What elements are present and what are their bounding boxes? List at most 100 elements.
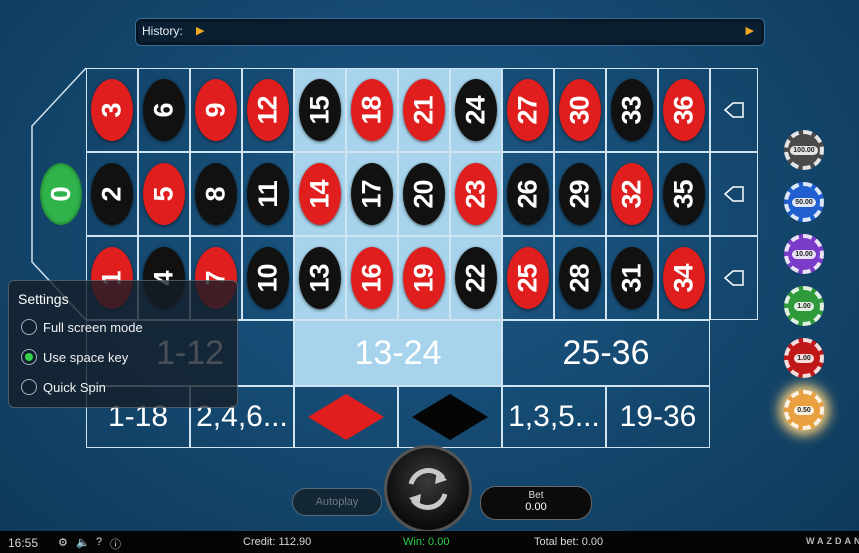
number-cell[interactable]: 24 (450, 68, 502, 152)
status-bar: 16:55 ⚙ 🔈 ? ⓘ Credit: 112.90 Win: 0.00 T… (0, 531, 859, 553)
red-number-oval: 23 (455, 163, 497, 225)
number-cell[interactable]: 23 (450, 152, 502, 236)
number-cell[interactable]: 30 (554, 68, 606, 152)
win-display: Win: 0.00 (403, 536, 450, 548)
number-cell[interactable]: 12 (242, 68, 294, 152)
number-cell[interactable]: 22 (450, 236, 502, 320)
info-icon[interactable]: ⓘ (110, 536, 121, 552)
number-cell[interactable]: 5 (138, 152, 190, 236)
black-number-oval: 13 (299, 247, 341, 309)
number-cell[interactable]: 29 (554, 152, 606, 236)
number-cell[interactable]: 8 (190, 152, 242, 236)
black-bet[interactable] (398, 386, 502, 448)
radio-space-key[interactable] (21, 349, 37, 365)
clock: 16:55 (8, 536, 39, 550)
gear-icon[interactable]: ⚙ (58, 536, 68, 549)
number-label: 2 (96, 186, 127, 202)
number-cell[interactable]: 6 (138, 68, 190, 152)
number-cell[interactable]: 3 (86, 68, 138, 152)
settings-panel: Settings Full screen mode Use space key … (8, 280, 238, 408)
number-label: 5 (148, 186, 179, 202)
number-label: 20 (408, 179, 439, 209)
chip-value: 10.00 (792, 249, 816, 259)
bet-label: Bet (528, 490, 544, 501)
spin-button[interactable] (384, 445, 472, 533)
dozen-2-bet[interactable]: 13-24 (294, 320, 502, 386)
dozen-3-bet[interactable]: 25-36 (502, 320, 710, 386)
red-number-oval: 34 (663, 247, 705, 309)
chip-button[interactable]: 1.00 (784, 338, 824, 378)
number-label: 26 (512, 179, 543, 209)
column-bet-middle[interactable] (710, 152, 758, 236)
number-cell[interactable]: 31 (606, 236, 658, 320)
black-number-oval: 15 (299, 79, 341, 141)
number-cell[interactable]: 18 (346, 68, 398, 152)
number-cell[interactable]: 17 (346, 152, 398, 236)
chip-button[interactable]: 10.00 (784, 234, 824, 274)
number-label: 23 (460, 179, 491, 209)
odd-bet[interactable]: 1,3,5... (502, 386, 606, 448)
number-cell[interactable]: 14 (294, 152, 346, 236)
number-cell[interactable]: 11 (242, 152, 294, 236)
number-label: 29 (564, 179, 595, 209)
number-cell[interactable]: 20 (398, 152, 450, 236)
option-space-key[interactable]: Use space key (21, 349, 128, 365)
column-arrow-icon (723, 186, 744, 202)
number-cell[interactable]: 13 (294, 236, 346, 320)
number-cell[interactable]: 35 (658, 152, 710, 236)
high-bet[interactable]: 19-36 (606, 386, 710, 448)
option-quick-spin[interactable]: Quick Spin (21, 379, 106, 395)
black-number-oval: 35 (663, 163, 705, 225)
number-cell[interactable]: 25 (502, 236, 554, 320)
number-cell[interactable]: 9 (190, 68, 242, 152)
black-number-oval: 17 (351, 163, 393, 225)
number-label: 17 (356, 179, 387, 209)
bet-value: 0.00 (525, 501, 547, 513)
number-cell[interactable]: 10 (242, 236, 294, 320)
black-number-oval: 31 (611, 247, 653, 309)
red-bet[interactable] (294, 386, 398, 448)
option-full-screen[interactable]: Full screen mode (21, 319, 143, 335)
total-bet-display: Total bet: 0.00 (534, 536, 604, 548)
radio-full-screen[interactable] (21, 319, 37, 335)
number-cell[interactable]: 36 (658, 68, 710, 152)
chip-value: 1.00 (794, 301, 814, 311)
help-icon[interactable]: ? (96, 536, 102, 548)
number-cell[interactable]: 21 (398, 68, 450, 152)
red-number-oval: 12 (247, 79, 289, 141)
number-cell[interactable]: 26 (502, 152, 554, 236)
number-cell[interactable]: 27 (502, 68, 554, 152)
number-cell[interactable]: 33 (606, 68, 658, 152)
number-label: 27 (512, 95, 543, 125)
red-number-oval: 25 (507, 247, 549, 309)
chip-button[interactable]: 0.50 (784, 390, 824, 430)
column-bet-top[interactable] (710, 68, 758, 152)
number-cell[interactable]: 16 (346, 236, 398, 320)
number-cell[interactable]: 19 (398, 236, 450, 320)
bet-display: Bet 0.00 (480, 486, 592, 520)
autoplay-button[interactable]: Autoplay (292, 488, 382, 516)
number-cell[interactable]: 2 (86, 152, 138, 236)
red-number-oval: 32 (611, 163, 653, 225)
number-cell[interactable]: 15 (294, 68, 346, 152)
sound-icon[interactable]: 🔈 (76, 536, 90, 549)
number-label: 11 (252, 180, 283, 208)
number-label: 30 (564, 95, 595, 125)
radio-quick-spin[interactable] (21, 379, 37, 395)
history-left-arrow-icon[interactable]: ▶ (196, 24, 204, 37)
chip-button[interactable]: 50.00 (784, 182, 824, 222)
number-cell[interactable]: 32 (606, 152, 658, 236)
zero-number[interactable]: 0 (40, 163, 82, 225)
number-label: 13 (304, 263, 335, 293)
number-label: 10 (252, 263, 283, 293)
red-number-oval: 14 (299, 163, 341, 225)
column-bet-bottom[interactable] (710, 236, 758, 320)
number-cell[interactable]: 28 (554, 236, 606, 320)
chip-button[interactable]: 1.00 (784, 286, 824, 326)
number-cell[interactable]: 34 (658, 236, 710, 320)
history-right-arrow-icon[interactable]: ▶ (746, 24, 754, 37)
option-quick-spin-label: Quick Spin (43, 379, 106, 395)
number-label: 21 (408, 95, 439, 125)
chip-button[interactable]: 100.00 (784, 130, 824, 170)
red-diamond-icon (308, 394, 384, 440)
